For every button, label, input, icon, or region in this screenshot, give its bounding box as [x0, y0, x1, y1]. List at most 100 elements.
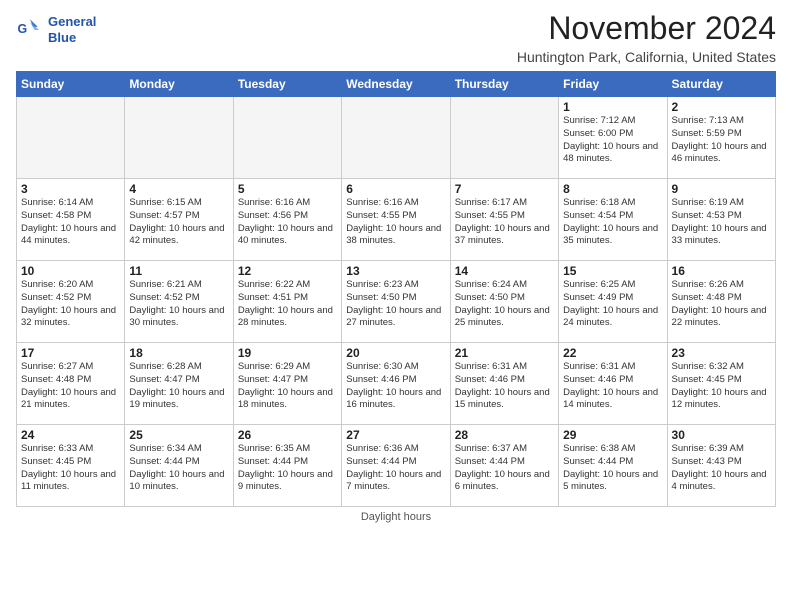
calendar-cell: 19Sunrise: 6:29 AM Sunset: 4:47 PM Dayli… — [233, 343, 341, 425]
calendar-cell: 22Sunrise: 6:31 AM Sunset: 4:46 PM Dayli… — [559, 343, 667, 425]
day-number: 8 — [563, 182, 662, 196]
day-info: Sunrise: 6:16 AM Sunset: 4:55 PM Dayligh… — [346, 197, 445, 248]
calendar-week-0: 1Sunrise: 7:12 AM Sunset: 6:00 PM Daylig… — [17, 97, 776, 179]
day-info: Sunrise: 6:30 AM Sunset: 4:46 PM Dayligh… — [346, 361, 445, 412]
day-number: 20 — [346, 346, 445, 360]
day-info: Sunrise: 6:22 AM Sunset: 4:51 PM Dayligh… — [238, 279, 337, 330]
day-info: Sunrise: 6:26 AM Sunset: 4:48 PM Dayligh… — [672, 279, 771, 330]
calendar-cell: 29Sunrise: 6:38 AM Sunset: 4:44 PM Dayli… — [559, 425, 667, 507]
calendar-cell: 2Sunrise: 7:13 AM Sunset: 5:59 PM Daylig… — [667, 97, 775, 179]
col-sunday: Sunday — [17, 72, 125, 97]
day-number: 24 — [21, 428, 120, 442]
day-info: Sunrise: 6:20 AM Sunset: 4:52 PM Dayligh… — [21, 279, 120, 330]
svg-text:G: G — [18, 22, 28, 36]
day-info: Sunrise: 7:12 AM Sunset: 6:00 PM Dayligh… — [563, 115, 662, 166]
calendar-cell: 10Sunrise: 6:20 AM Sunset: 4:52 PM Dayli… — [17, 261, 125, 343]
day-info: Sunrise: 6:23 AM Sunset: 4:50 PM Dayligh… — [346, 279, 445, 330]
day-info: Sunrise: 6:33 AM Sunset: 4:45 PM Dayligh… — [21, 443, 120, 494]
calendar-cell: 7Sunrise: 6:17 AM Sunset: 4:55 PM Daylig… — [450, 179, 558, 261]
calendar-cell: 25Sunrise: 6:34 AM Sunset: 4:44 PM Dayli… — [125, 425, 233, 507]
logo: G General Blue — [16, 14, 96, 45]
day-info: Sunrise: 6:29 AM Sunset: 4:47 PM Dayligh… — [238, 361, 337, 412]
day-number: 7 — [455, 182, 554, 196]
calendar-cell: 20Sunrise: 6:30 AM Sunset: 4:46 PM Dayli… — [342, 343, 450, 425]
calendar-cell — [233, 97, 341, 179]
day-info: Sunrise: 6:34 AM Sunset: 4:44 PM Dayligh… — [129, 443, 228, 494]
logo-icon: G — [16, 16, 44, 44]
col-wednesday: Wednesday — [342, 72, 450, 97]
day-info: Sunrise: 6:28 AM Sunset: 4:47 PM Dayligh… — [129, 361, 228, 412]
calendar-cell — [342, 97, 450, 179]
main-container: G General Blue November 2024 Huntington … — [0, 0, 792, 529]
day-info: Sunrise: 6:32 AM Sunset: 4:45 PM Dayligh… — [672, 361, 771, 412]
calendar-cell — [125, 97, 233, 179]
calendar-cell: 8Sunrise: 6:18 AM Sunset: 4:54 PM Daylig… — [559, 179, 667, 261]
day-info: Sunrise: 6:15 AM Sunset: 4:57 PM Dayligh… — [129, 197, 228, 248]
day-info: Sunrise: 6:31 AM Sunset: 4:46 PM Dayligh… — [563, 361, 662, 412]
calendar-week-1: 3Sunrise: 6:14 AM Sunset: 4:58 PM Daylig… — [17, 179, 776, 261]
day-number: 1 — [563, 100, 662, 114]
day-number: 2 — [672, 100, 771, 114]
calendar-cell: 5Sunrise: 6:16 AM Sunset: 4:56 PM Daylig… — [233, 179, 341, 261]
footer-note: Daylight hours — [16, 511, 776, 523]
day-info: Sunrise: 6:14 AM Sunset: 4:58 PM Dayligh… — [21, 197, 120, 248]
day-number: 5 — [238, 182, 337, 196]
day-info: Sunrise: 6:39 AM Sunset: 4:43 PM Dayligh… — [672, 443, 771, 494]
calendar-cell: 12Sunrise: 6:22 AM Sunset: 4:51 PM Dayli… — [233, 261, 341, 343]
day-info: Sunrise: 6:24 AM Sunset: 4:50 PM Dayligh… — [455, 279, 554, 330]
day-number: 12 — [238, 264, 337, 278]
logo-text-block: General Blue — [48, 14, 96, 45]
day-number: 6 — [346, 182, 445, 196]
day-info: Sunrise: 6:21 AM Sunset: 4:52 PM Dayligh… — [129, 279, 228, 330]
day-info: Sunrise: 6:19 AM Sunset: 4:53 PM Dayligh… — [672, 197, 771, 248]
title-block: November 2024 Huntington Park, Californi… — [517, 10, 776, 65]
day-number: 10 — [21, 264, 120, 278]
calendar-week-2: 10Sunrise: 6:20 AM Sunset: 4:52 PM Dayli… — [17, 261, 776, 343]
col-monday: Monday — [125, 72, 233, 97]
calendar-cell: 30Sunrise: 6:39 AM Sunset: 4:43 PM Dayli… — [667, 425, 775, 507]
calendar-cell: 24Sunrise: 6:33 AM Sunset: 4:45 PM Dayli… — [17, 425, 125, 507]
day-number: 19 — [238, 346, 337, 360]
col-thursday: Thursday — [450, 72, 558, 97]
header: G General Blue November 2024 Huntington … — [16, 10, 776, 65]
day-info: Sunrise: 6:27 AM Sunset: 4:48 PM Dayligh… — [21, 361, 120, 412]
day-info: Sunrise: 7:13 AM Sunset: 5:59 PM Dayligh… — [672, 115, 771, 166]
day-number: 4 — [129, 182, 228, 196]
day-info: Sunrise: 6:35 AM Sunset: 4:44 PM Dayligh… — [238, 443, 337, 494]
calendar-cell: 18Sunrise: 6:28 AM Sunset: 4:47 PM Dayli… — [125, 343, 233, 425]
day-number: 9 — [672, 182, 771, 196]
day-info: Sunrise: 6:17 AM Sunset: 4:55 PM Dayligh… — [455, 197, 554, 248]
calendar-cell: 15Sunrise: 6:25 AM Sunset: 4:49 PM Dayli… — [559, 261, 667, 343]
calendar-cell — [450, 97, 558, 179]
calendar-cell — [17, 97, 125, 179]
day-number: 15 — [563, 264, 662, 278]
calendar-cell: 28Sunrise: 6:37 AM Sunset: 4:44 PM Dayli… — [450, 425, 558, 507]
day-number: 17 — [21, 346, 120, 360]
calendar-cell: 9Sunrise: 6:19 AM Sunset: 4:53 PM Daylig… — [667, 179, 775, 261]
col-friday: Friday — [559, 72, 667, 97]
calendar-cell: 26Sunrise: 6:35 AM Sunset: 4:44 PM Dayli… — [233, 425, 341, 507]
location-subtitle: Huntington Park, California, United Stat… — [517, 49, 776, 65]
logo-line2: Blue — [48, 30, 96, 46]
calendar-cell: 27Sunrise: 6:36 AM Sunset: 4:44 PM Dayli… — [342, 425, 450, 507]
day-info: Sunrise: 6:38 AM Sunset: 4:44 PM Dayligh… — [563, 443, 662, 494]
calendar-cell: 11Sunrise: 6:21 AM Sunset: 4:52 PM Dayli… — [125, 261, 233, 343]
day-number: 23 — [672, 346, 771, 360]
day-number: 27 — [346, 428, 445, 442]
calendar-cell: 16Sunrise: 6:26 AM Sunset: 4:48 PM Dayli… — [667, 261, 775, 343]
day-number: 13 — [346, 264, 445, 278]
day-info: Sunrise: 6:18 AM Sunset: 4:54 PM Dayligh… — [563, 197, 662, 248]
col-saturday: Saturday — [667, 72, 775, 97]
calendar-cell: 14Sunrise: 6:24 AM Sunset: 4:50 PM Dayli… — [450, 261, 558, 343]
logo-line1: General — [48, 14, 96, 30]
day-number: 25 — [129, 428, 228, 442]
calendar-cell: 21Sunrise: 6:31 AM Sunset: 4:46 PM Dayli… — [450, 343, 558, 425]
calendar-cell: 1Sunrise: 7:12 AM Sunset: 6:00 PM Daylig… — [559, 97, 667, 179]
day-number: 22 — [563, 346, 662, 360]
day-info: Sunrise: 6:37 AM Sunset: 4:44 PM Dayligh… — [455, 443, 554, 494]
day-info: Sunrise: 6:31 AM Sunset: 4:46 PM Dayligh… — [455, 361, 554, 412]
calendar-week-3: 17Sunrise: 6:27 AM Sunset: 4:48 PM Dayli… — [17, 343, 776, 425]
day-info: Sunrise: 6:36 AM Sunset: 4:44 PM Dayligh… — [346, 443, 445, 494]
calendar-week-4: 24Sunrise: 6:33 AM Sunset: 4:45 PM Dayli… — [17, 425, 776, 507]
day-number: 26 — [238, 428, 337, 442]
